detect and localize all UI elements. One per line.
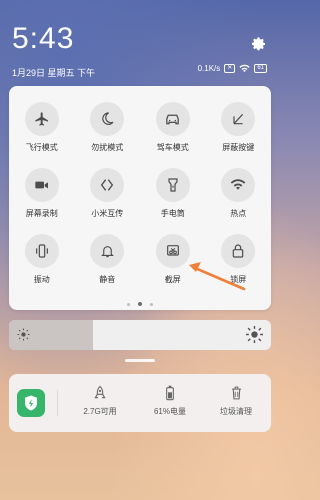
hotspot-icon xyxy=(221,168,256,202)
quick-settings-panel: 飞行模式 勿扰模式 驾车模式 屏蔽按键 屏幕录制 小米互传 手电筒 热点 振动 … xyxy=(9,86,271,310)
sun-large-icon xyxy=(246,326,263,343)
date-text: 1月29日 星期五 下午 xyxy=(12,68,96,78)
tile-label: 屏幕录制 xyxy=(25,209,58,218)
tile-label: 截屏 xyxy=(164,275,181,284)
tile-airplane-mode[interactable]: 飞行模式 xyxy=(9,102,75,153)
tile-hotspot[interactable]: 热点 xyxy=(206,168,272,219)
trash-icon xyxy=(231,386,241,400)
tile-label: 手电筒 xyxy=(160,209,185,218)
drag-handle[interactable] xyxy=(125,359,155,362)
tile-vibrate[interactable]: 振动 xyxy=(9,234,75,285)
battery-outline-icon xyxy=(166,385,174,401)
tile-mi-share[interactable]: 小米互传 xyxy=(75,168,141,219)
tile-block-keys[interactable]: 屏蔽按键 xyxy=(206,102,272,153)
tile-lock-screen[interactable]: 锁屏 xyxy=(206,234,272,285)
lock-icon xyxy=(221,234,256,268)
page-indicator xyxy=(9,302,271,306)
sun-small-icon xyxy=(17,328,30,341)
video-camera-icon xyxy=(24,168,59,202)
trash-item[interactable]: 垃圾清理 xyxy=(205,385,267,417)
tile-do-not-disturb[interactable]: 勿扰模式 xyxy=(75,102,141,153)
tile-label: 飞行模式 xyxy=(25,143,58,152)
page-dot-active[interactable] xyxy=(138,302,142,306)
battery-icon: 61 xyxy=(254,64,267,73)
quick-tile-grid: 飞行模式 勿扰模式 驾车模式 屏蔽按键 屏幕录制 小米互传 手电筒 热点 振动 … xyxy=(9,102,271,285)
divider xyxy=(57,390,58,416)
tile-screen-record[interactable]: 屏幕录制 xyxy=(9,168,75,219)
tile-label: 小米互传 xyxy=(91,209,124,218)
tile-silent[interactable]: 静音 xyxy=(75,234,141,285)
tile-screenshot[interactable]: 截屏 xyxy=(140,234,206,285)
moon-icon xyxy=(90,102,125,136)
net-speed: 0.1K/s xyxy=(197,64,221,73)
page-dot[interactable] xyxy=(126,303,130,306)
tile-flashlight[interactable]: 手电筒 xyxy=(140,168,206,219)
screenshot-icon xyxy=(155,234,190,268)
tile-label: 屏蔽按键 xyxy=(222,143,255,152)
gear-icon[interactable] xyxy=(251,36,267,52)
mi-share-icon xyxy=(90,168,125,202)
cleaner-bar: 2.7G可用 61%电量 垃圾清理 xyxy=(9,374,271,432)
rocket-icon xyxy=(94,385,106,399)
status-header: 5:43 1月29日 星期五 下午 0.1K/s ✕ 61 xyxy=(12,0,271,80)
trash-clean-label: 垃圾清理 xyxy=(220,407,252,416)
battery-percent: 61%电量 xyxy=(153,407,186,416)
sim-x-icon: ✕ xyxy=(224,64,236,73)
battery-item[interactable]: 61%电量 xyxy=(139,385,201,417)
tile-label: 驾车模式 xyxy=(156,143,189,152)
memory-available: 2.7G可用 xyxy=(83,407,117,416)
memory-item[interactable]: 2.7G可用 xyxy=(69,385,131,417)
block-keys-icon xyxy=(221,102,256,136)
tile-label: 热点 xyxy=(230,209,247,218)
bell-icon xyxy=(90,234,125,268)
wifi-icon xyxy=(239,64,250,72)
tile-label: 锁屏 xyxy=(230,275,247,284)
clock-time: 5:43 xyxy=(12,22,75,55)
car-icon xyxy=(155,102,190,136)
brightness-slider[interactable] xyxy=(9,320,271,350)
flashlight-icon xyxy=(155,168,190,202)
airplane-icon xyxy=(24,102,59,136)
page-dot[interactable] xyxy=(150,303,154,306)
tile-driving-mode[interactable]: 驾车模式 xyxy=(140,102,206,153)
tile-label: 振动 xyxy=(33,275,50,284)
status-icons: 0.1K/s ✕ 61 xyxy=(198,64,267,73)
vibrate-icon xyxy=(24,234,59,268)
tile-label: 勿扰模式 xyxy=(91,143,124,152)
security-shield-icon[interactable] xyxy=(17,389,45,417)
tile-label: 静音 xyxy=(99,275,116,284)
